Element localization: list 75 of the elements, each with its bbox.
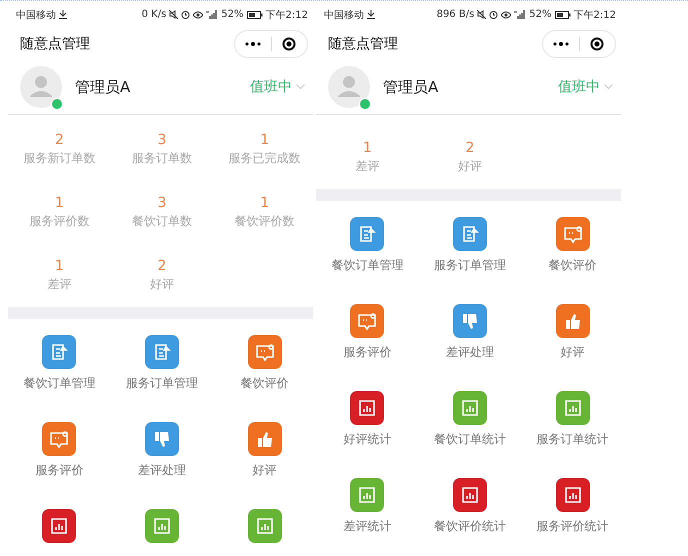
battery-icon <box>554 10 571 18</box>
stat-value: 1 <box>54 195 64 211</box>
menu-item[interactable]: 差评处理 <box>446 304 494 360</box>
stat-label: 服务新订单数 <box>23 150 96 167</box>
menu-item[interactable]: 服务订单管理 <box>126 335 198 391</box>
stat-value: 1 <box>260 132 270 148</box>
chevron-down-icon <box>604 84 613 90</box>
stat-value: 2 <box>158 258 166 274</box>
signal-icon <box>206 10 218 19</box>
menu-item[interactable]: 服务订单管理 <box>434 217 506 273</box>
stat-value: 2 <box>466 140 474 156</box>
alarm-icon <box>181 10 190 19</box>
eye-icon <box>501 10 512 18</box>
menu-item[interactable]: 餐饮订单管理 <box>331 217 404 273</box>
target-icon <box>590 37 604 51</box>
menu-item[interactable]: 好评 <box>556 304 590 360</box>
stat-label: 餐饮评价数 <box>234 213 295 230</box>
stat-label: 餐饮订单数 <box>132 213 192 230</box>
bar-chart-icon[interactable] <box>42 509 76 543</box>
carrier-name: 中国移动 <box>16 8 56 22</box>
more-dots-icon <box>552 42 569 46</box>
stat-label: 好评 <box>458 158 482 175</box>
clock-time: 下午2:12 <box>574 8 616 22</box>
target-icon <box>282 37 296 51</box>
user-name: 管理员A <box>75 78 132 96</box>
menu-item[interactable]: 好评 <box>248 422 282 478</box>
bar-chart-icon[interactable] <box>248 509 282 543</box>
stat-value: 2 <box>54 132 64 148</box>
download-icon <box>367 10 375 19</box>
menu-item[interactable]: 差评统计 <box>343 478 392 534</box>
battery-percent: 52% <box>221 9 244 20</box>
bar-chart-icon[interactable] <box>144 509 179 543</box>
stat-label: 差评 <box>47 276 72 293</box>
avatar <box>328 66 370 108</box>
more-dots-icon <box>244 42 261 46</box>
menu-item[interactable]: 服务订单统计 <box>536 391 609 447</box>
network-speed: 896 B/s <box>436 9 474 20</box>
download-icon <box>59 10 67 19</box>
stat-label: 差评 <box>355 158 380 175</box>
eye-icon <box>193 10 204 18</box>
menu-item[interactable]: 餐饮评价 <box>240 335 289 391</box>
menu-item[interactable]: 餐饮订单管理 <box>23 335 96 391</box>
duty-status-dropdown[interactable]: 值班中 <box>558 78 613 96</box>
page-title: 随意点管理 <box>328 35 399 53</box>
page-title: 随意点管理 <box>20 35 91 53</box>
stat-label: 服务评价数 <box>29 213 90 230</box>
menu-item[interactable]: 餐饮评价 <box>548 217 597 273</box>
user-name: 管理员A <box>383 78 440 96</box>
menu-item[interactable]: 餐饮订单统计 <box>434 391 506 447</box>
menu-item[interactable]: 餐饮评价统计 <box>434 478 506 534</box>
menu-item[interactable]: 差评处理 <box>138 422 186 478</box>
menu-item[interactable]: 好评统计 <box>343 391 392 447</box>
stat-label: 好评 <box>150 276 174 293</box>
chevron-down-icon <box>296 84 305 90</box>
carrier-name: 中国移动 <box>324 8 364 22</box>
stat-label: 服务已完成数 <box>228 150 301 167</box>
mute-icon <box>169 10 178 19</box>
stat-value: 3 <box>158 132 166 148</box>
battery-percent: 52% <box>529 9 552 20</box>
stat-label: 服务订单数 <box>132 150 192 167</box>
menu-item[interactable]: 服务评价 <box>35 422 84 478</box>
menu-item[interactable]: 服务评价统计 <box>536 478 609 534</box>
avatar <box>20 66 62 108</box>
network-speed: 0 K/s <box>142 9 166 20</box>
stat-value: 1 <box>54 258 64 274</box>
alarm-icon <box>489 10 498 19</box>
signal-icon <box>514 10 526 19</box>
stat-value: 1 <box>260 195 270 211</box>
mute-icon <box>477 10 486 19</box>
stat-value: 1 <box>362 140 372 156</box>
clock-time: 下午2:12 <box>266 8 308 22</box>
battery-icon <box>246 10 263 18</box>
menu-item[interactable]: 服务评价 <box>343 304 392 360</box>
duty-status-dropdown[interactable]: 值班中 <box>250 78 305 96</box>
stat-value: 3 <box>158 195 166 211</box>
